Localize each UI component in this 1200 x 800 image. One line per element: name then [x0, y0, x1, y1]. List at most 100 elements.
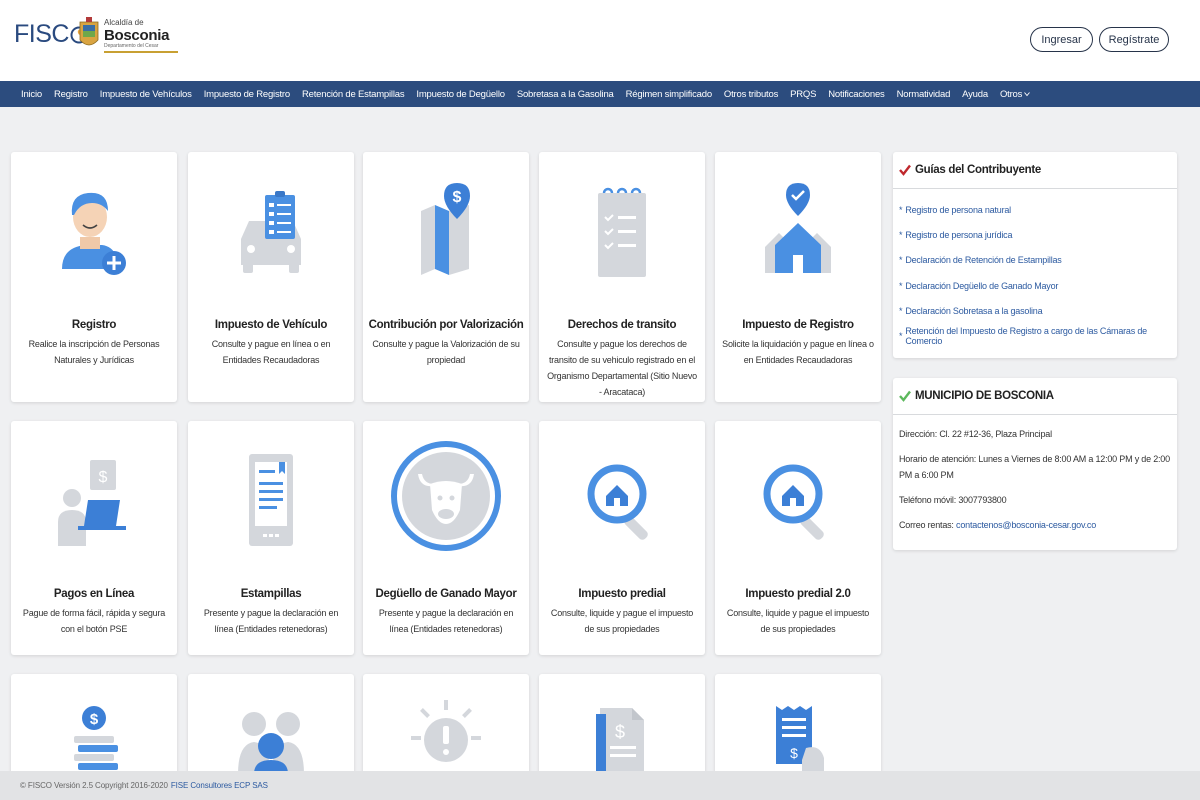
bull-icon	[391, 441, 501, 551]
card-title: Impuesto de Registro	[742, 319, 854, 331]
guide-link[interactable]: * Declaración de Retención de Estampillas	[899, 248, 1171, 273]
nav-item-prqs[interactable]: PRQS	[784, 89, 822, 100]
car-clipboard-icon	[241, 191, 301, 273]
guide-link-text: Declaración Sobretasa a la gasolina	[905, 305, 1043, 316]
guide-link-text: Registro de persona natural	[905, 204, 1011, 215]
receipt-hand-icon: $	[776, 706, 824, 774]
municipio-info: Dirección: Cl. 22 #12-36, Plaza Principa…	[893, 415, 1177, 553]
card-row3-5[interactable]: $	[715, 674, 881, 784]
card-desc: Consulte y pague los derechos de transit…	[547, 339, 697, 397]
card-registro[interactable]: Registro Realice la inscripción de Perso…	[11, 152, 177, 402]
card-desc: Consulte, liquide y pague el impuesto de…	[726, 608, 870, 634]
card-desc: Consulte, liquide y pague el impuesto de…	[550, 608, 694, 634]
nav-item-otros-tributos[interactable]: Otros tributos	[718, 89, 784, 100]
card-title: Impuesto predial	[578, 588, 666, 600]
municipio-horario: Horario de atención: Lunes a Viernes de …	[899, 454, 1170, 480]
phone-document-icon	[249, 454, 293, 546]
nav-item-normatividad[interactable]: Normatividad	[891, 89, 957, 100]
guide-link-text: Registro de persona jurídica	[905, 229, 1013, 240]
main-nav: Inicio Registro Impuesto de Vehículos Im…	[0, 81, 1200, 107]
nav-item-impuesto-vehiculos[interactable]: Impuesto de Vehículos	[94, 89, 198, 100]
guide-link[interactable]: * Retención del Impuesto de Registro a ca…	[899, 323, 1171, 348]
card-row3-2[interactable]	[188, 674, 354, 784]
coins-dollar-icon: $	[74, 706, 118, 770]
checkmark-icon	[899, 164, 911, 176]
alcaldia-logo[interactable]: Alcaldía de Bosconia Departamento del Ce…	[78, 16, 178, 56]
card-title: Pagos en Línea	[53, 588, 135, 600]
municipio-telefono: Teléfono móvil: 3007793800	[899, 495, 1007, 505]
card-title: Impuesto de Vehículo	[214, 319, 328, 331]
user-add-icon	[62, 192, 126, 275]
svg-text:$: $	[99, 469, 108, 486]
guide-link[interactable]: * Registro de persona natural	[899, 197, 1171, 222]
svg-text:$: $	[453, 189, 462, 206]
card-deguello[interactable]: Degüello de Ganado Mayor Presente y pagu…	[363, 421, 529, 655]
login-button[interactable]: Ingresar	[1030, 27, 1093, 52]
svg-text:$: $	[90, 711, 99, 728]
checkmark-icon	[899, 390, 911, 402]
card-desc: Consulte y pague la Valorización de su p…	[372, 339, 520, 365]
nav-item-impuesto-deguello[interactable]: Impuesto de Degüello	[410, 89, 510, 100]
people-icon	[238, 712, 304, 774]
card-title: Degüello de Ganado Mayor	[375, 588, 517, 600]
nav-item-retencion-estampillas[interactable]: Retención de Estampillas	[296, 89, 410, 100]
footer: © FISCO Versión 2.5 Copyright 2016-2020 …	[0, 771, 1200, 800]
card-desc: Realice la inscripción de Personas Natur…	[28, 339, 160, 365]
card-valorizacion[interactable]: $ Contribución por Valorización Consulte…	[363, 152, 529, 402]
nav-item-otros-label: Otros	[999, 88, 1023, 100]
svg-text:$: $	[790, 745, 798, 761]
card-row3-3[interactable]	[363, 674, 529, 784]
guide-link-text: Declaración Degüello de Ganado Mayor	[905, 280, 1059, 291]
guide-link[interactable]: * Declaración Sobretasa a la gasolina	[899, 298, 1171, 323]
coat-of-arms-icon	[79, 17, 99, 46]
card-pagos-linea[interactable]: $ Pagos en Línea Pague de forma fácil, r…	[11, 421, 177, 655]
correo-label: Correo rentas:	[899, 520, 954, 530]
register-button[interactable]: Regístrate	[1099, 27, 1169, 52]
chevron-down-icon	[1024, 92, 1031, 97]
card-impuesto-vehiculo[interactable]: Impuesto de Vehículo Consulte y pague en…	[188, 152, 354, 402]
guides-title: Guías del Contribuyente	[915, 164, 1042, 176]
house-search-icon	[763, 464, 824, 540]
house-search-icon	[587, 464, 648, 540]
nav-item-regimen-simplificado[interactable]: Régimen simplificado	[620, 89, 718, 100]
email-link[interactable]: contactenos@bosconia-cesar.gov.co	[956, 520, 1096, 530]
card-desc: Solicite la liquidación y pague en línea…	[722, 339, 874, 365]
card-row3-1[interactable]: $	[11, 674, 177, 784]
nav-item-sobretasa-gasolina[interactable]: Sobretasa a la Gasolina	[511, 89, 620, 100]
municipio-correo: Correo rentas: contactenos@bosconia-cesa…	[899, 517, 1171, 533]
nav-item-registro[interactable]: Registro	[48, 89, 94, 100]
nav-item-ayuda[interactable]: Ayuda	[956, 89, 994, 100]
card-title: Derechos de transito	[567, 319, 677, 331]
alcaldia-name: Bosconia	[104, 27, 170, 44]
header: FISC Alcaldía de Bosconia Departamento d…	[0, 0, 1200, 81]
fisco-logo[interactable]: FISC	[14, 20, 88, 49]
nav-item-inicio[interactable]: Inicio	[15, 89, 48, 100]
card-predial[interactable]: Impuesto predial Consulte, liquide y pag…	[539, 421, 705, 655]
card-title: Contribución por Valorización	[368, 319, 524, 331]
alcaldia-dept: Departamento del Cesar	[104, 43, 159, 49]
nav-item-otros[interactable]: Otros	[994, 89, 1036, 100]
card-desc: Presente y pague la declaración en línea…	[203, 608, 339, 634]
guide-link[interactable]: * Registro de persona jurídica	[899, 222, 1171, 247]
nav-item-notificaciones[interactable]: Notificaciones	[822, 89, 890, 100]
municipio-panel-header: MUNICIPIO DE BOSCONIA	[893, 378, 1177, 415]
guides-panel: Guías del Contribuyente * Registro de per…	[893, 152, 1177, 358]
alcaldia-small-text: Alcaldía de	[104, 18, 144, 27]
guides-panel-header: Guías del Contribuyente	[893, 152, 1177, 189]
card-desc: Consulte y pague en línea o en Entidades…	[211, 339, 331, 365]
card-estampillas[interactable]: Estampillas Presente y pague la declarac…	[188, 421, 354, 655]
nav-item-impuesto-registro[interactable]: Impuesto de Registro	[198, 89, 296, 100]
municipio-title: MUNICIPIO DE BOSCONIA	[915, 390, 1054, 402]
guides-list: * Registro de persona natural * Registro d…	[893, 189, 1177, 355]
notepad-checklist-icon	[598, 187, 646, 277]
laptop-payment-icon: $	[58, 460, 126, 546]
card-desc: Pague de forma fácil, rápida y segura co…	[22, 608, 166, 634]
guide-link-text: Declaración de Retención de Estampillas	[905, 255, 1062, 266]
footer-company-link[interactable]: FISE Consultores ECP SAS	[171, 781, 268, 790]
guide-link[interactable]: * Declaración Degüello de Ganado Mayor	[899, 273, 1171, 298]
card-derechos-transito[interactable]: Derechos de transito Consulte y pague lo…	[539, 152, 705, 402]
card-row3-4[interactable]: $	[539, 674, 705, 784]
card-impuesto-registro[interactable]: Impuesto de Registro Solicite la liquida…	[715, 152, 881, 402]
card-predial-2[interactable]: Impuesto predial 2.0 Consulte, liquide y…	[715, 421, 881, 655]
alcaldia-underline	[104, 51, 178, 53]
